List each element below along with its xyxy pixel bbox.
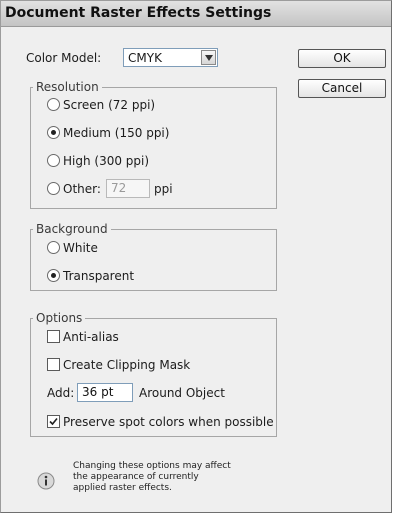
- options-legend: Options: [33, 311, 86, 325]
- title-bar[interactable]: Document Raster Effects Settings: [1, 1, 391, 27]
- dialog-window: Document Raster Effects Settings Color M…: [0, 0, 392, 513]
- radio-white[interactable]: [47, 241, 60, 254]
- add-amount-field[interactable]: 36 pt: [77, 383, 133, 402]
- radio-white-label[interactable]: White: [63, 241, 98, 255]
- color-model-label: Color Model:: [26, 51, 102, 65]
- color-model-value: CMYK: [128, 51, 162, 65]
- dialog-title: Document Raster Effects Settings: [5, 5, 272, 21]
- anti-alias-label[interactable]: Anti-alias: [63, 330, 119, 344]
- info-note-line: applied raster effects.: [73, 483, 172, 493]
- clipping-mask-checkbox[interactable]: [47, 358, 60, 371]
- resolution-legend: Resolution: [33, 80, 102, 94]
- radio-other[interactable]: [47, 182, 60, 195]
- info-note: Changing these options may affect the ap…: [73, 461, 273, 494]
- preserve-spot-label[interactable]: Preserve spot colors when possible: [63, 415, 274, 429]
- radio-selected-dot: [51, 130, 56, 135]
- checkmark-icon: [49, 417, 58, 426]
- radio-high[interactable]: [47, 154, 60, 167]
- radio-screen[interactable]: [47, 98, 60, 111]
- cancel-button[interactable]: Cancel: [298, 79, 386, 98]
- clipping-mask-label[interactable]: Create Clipping Mask: [63, 358, 190, 372]
- around-object-label: Around Object: [139, 386, 225, 400]
- ppi-unit-label: ppi: [154, 182, 173, 196]
- radio-other-label[interactable]: Other:: [63, 182, 101, 196]
- radio-transparent[interactable]: [47, 269, 60, 282]
- radio-transparent-label[interactable]: Transparent: [63, 269, 134, 283]
- info-note-line: Changing these options may affect: [73, 461, 231, 471]
- color-model-select[interactable]: CMYK: [123, 48, 218, 67]
- radio-screen-label[interactable]: Screen (72 ppi): [63, 98, 155, 112]
- ok-button[interactable]: OK: [298, 49, 386, 68]
- radio-high-label[interactable]: High (300 ppi): [63, 154, 149, 168]
- preserve-spot-checkbox[interactable]: [47, 415, 60, 428]
- anti-alias-checkbox[interactable]: [47, 330, 60, 343]
- info-icon: [37, 472, 55, 490]
- background-legend: Background: [33, 222, 111, 236]
- radio-medium-label[interactable]: Medium (150 ppi): [63, 126, 169, 140]
- other-ppi-field[interactable]: 72: [106, 179, 150, 198]
- info-note-line: the appearance of currently: [73, 472, 199, 482]
- add-label: Add:: [47, 386, 75, 400]
- radio-selected-dot: [51, 273, 56, 278]
- radio-medium[interactable]: [47, 126, 60, 139]
- chevron-down-icon[interactable]: [201, 50, 216, 65]
